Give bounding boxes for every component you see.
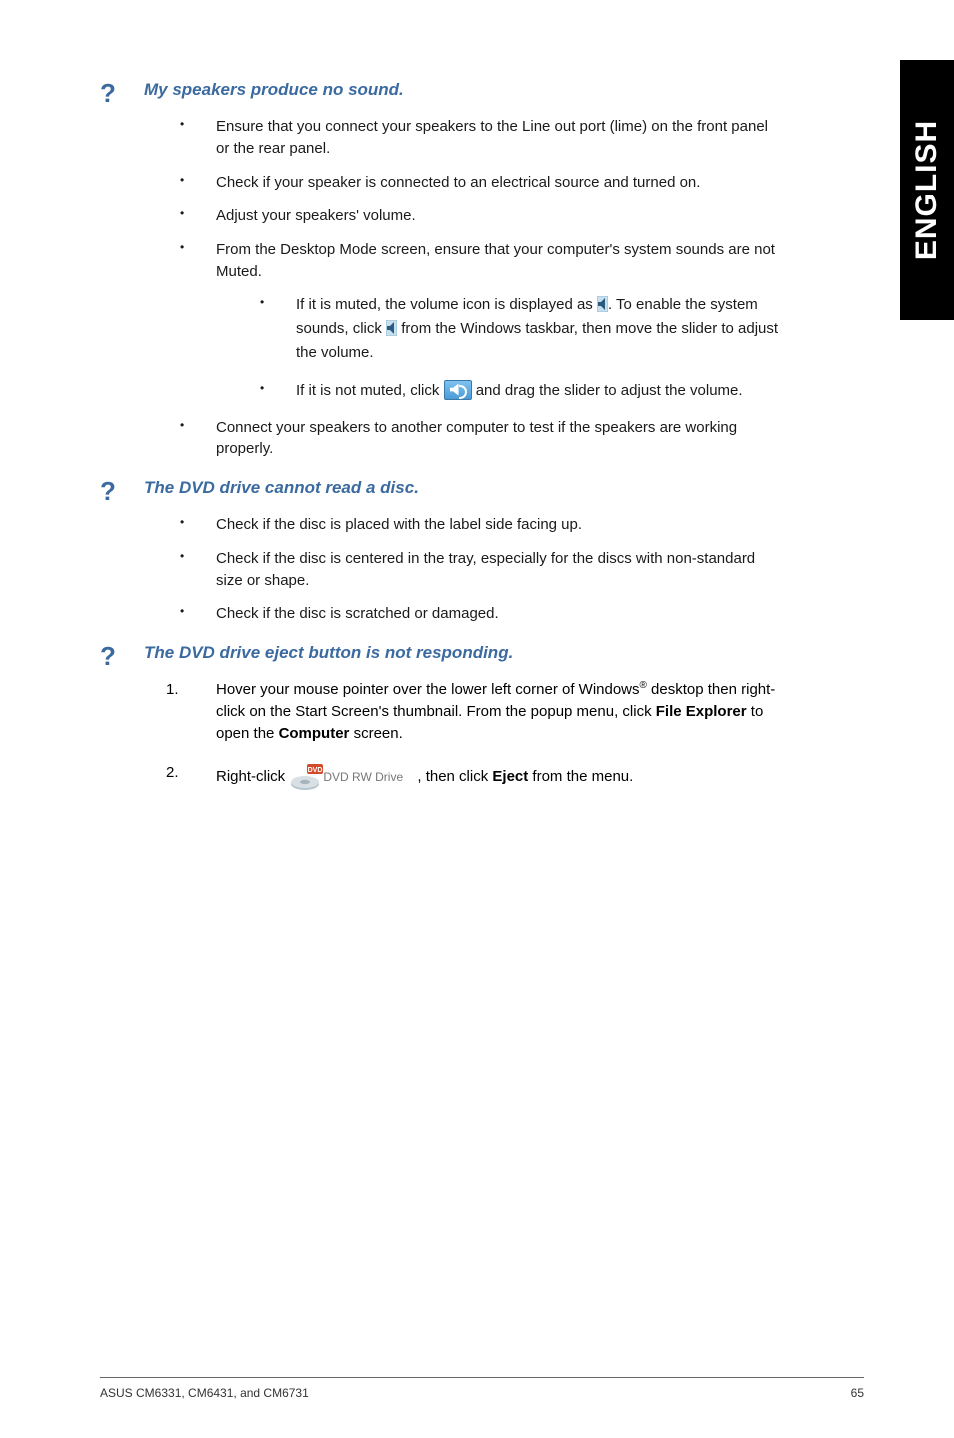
volume-taskbar-icon	[386, 320, 397, 336]
dvd-drive-icon: DVDDVD RW Drive	[289, 762, 417, 792]
registered-mark: ®	[640, 680, 647, 691]
list-item: From the Desktop Mode screen, ensure tha…	[180, 239, 780, 403]
list-item: Check if your speaker is connected to an…	[180, 172, 780, 194]
text-fragment: If it is not muted, click	[296, 382, 444, 399]
text-fragment: and drag the slider to adjust the volume…	[472, 382, 743, 399]
volume-active-icon	[444, 380, 472, 400]
list-item: Connect your speakers to another compute…	[180, 417, 780, 461]
language-sidebar-tab: ENGLISH	[900, 60, 954, 320]
volume-muted-icon	[597, 296, 608, 312]
text-fragment: Hover your mouse pointer over the lower …	[216, 681, 640, 698]
list-item: Ensure that you connect your speakers to…	[180, 116, 780, 160]
question-mark-icon: ?	[100, 643, 120, 669]
numbered-list-item: 2. Right-click DVDDVD RW Drive, then cli…	[180, 762, 780, 792]
text-fragment: , then click	[417, 768, 492, 785]
list-item-text: From the Desktop Mode screen, ensure tha…	[216, 241, 775, 280]
faq-dvd-cannot-read: ? The DVD drive cannot read a disc. Chec…	[100, 478, 780, 625]
text-bold: Computer	[279, 725, 350, 742]
text-bold: File Explorer	[656, 703, 747, 720]
faq-title: My speakers produce no sound.	[144, 80, 404, 100]
list-item: Check if the disc is centered in the tra…	[180, 548, 780, 592]
language-label: ENGLISH	[910, 120, 944, 260]
question-mark-icon: ?	[100, 478, 120, 504]
faq-dvd-eject-not-responding: ? The DVD drive eject button is not resp…	[100, 643, 780, 792]
footer-page-number: 65	[851, 1386, 864, 1400]
list-item: Check if the disc is placed with the lab…	[180, 514, 780, 536]
text-fragment: from the menu.	[528, 768, 633, 785]
text-fragment: If it is muted, the volume icon is displ…	[296, 296, 597, 313]
step-number: 2.	[166, 762, 179, 784]
faq-speakers-no-sound: ? My speakers produce no sound. Ensure t…	[100, 80, 780, 460]
footer-product: ASUS CM6331, CM6431, and CM6731	[100, 1386, 309, 1400]
faq-title: The DVD drive cannot read a disc.	[144, 478, 419, 498]
list-item: Adjust your speakers' volume.	[180, 205, 780, 227]
svg-text:DVD: DVD	[308, 767, 323, 774]
text-bold: Eject	[492, 768, 528, 785]
step-number: 1.	[166, 679, 179, 701]
sub-list-item: If it is not muted, click and drag the s…	[260, 379, 780, 403]
sub-list-item: If it is muted, the volume icon is displ…	[260, 293, 780, 365]
list-item: Check if the disc is scratched or damage…	[180, 603, 780, 625]
question-mark-icon: ?	[100, 80, 120, 106]
text-fragment: screen.	[349, 725, 402, 742]
text-fragment: Right-click	[216, 768, 289, 785]
numbered-list-item: 1. Hover your mouse pointer over the low…	[180, 679, 780, 744]
drive-label-text: DVD RW Drive	[323, 770, 403, 784]
page-footer: ASUS CM6331, CM6431, and CM6731 65	[100, 1377, 864, 1400]
faq-title: The DVD drive eject button is not respon…	[144, 643, 513, 663]
